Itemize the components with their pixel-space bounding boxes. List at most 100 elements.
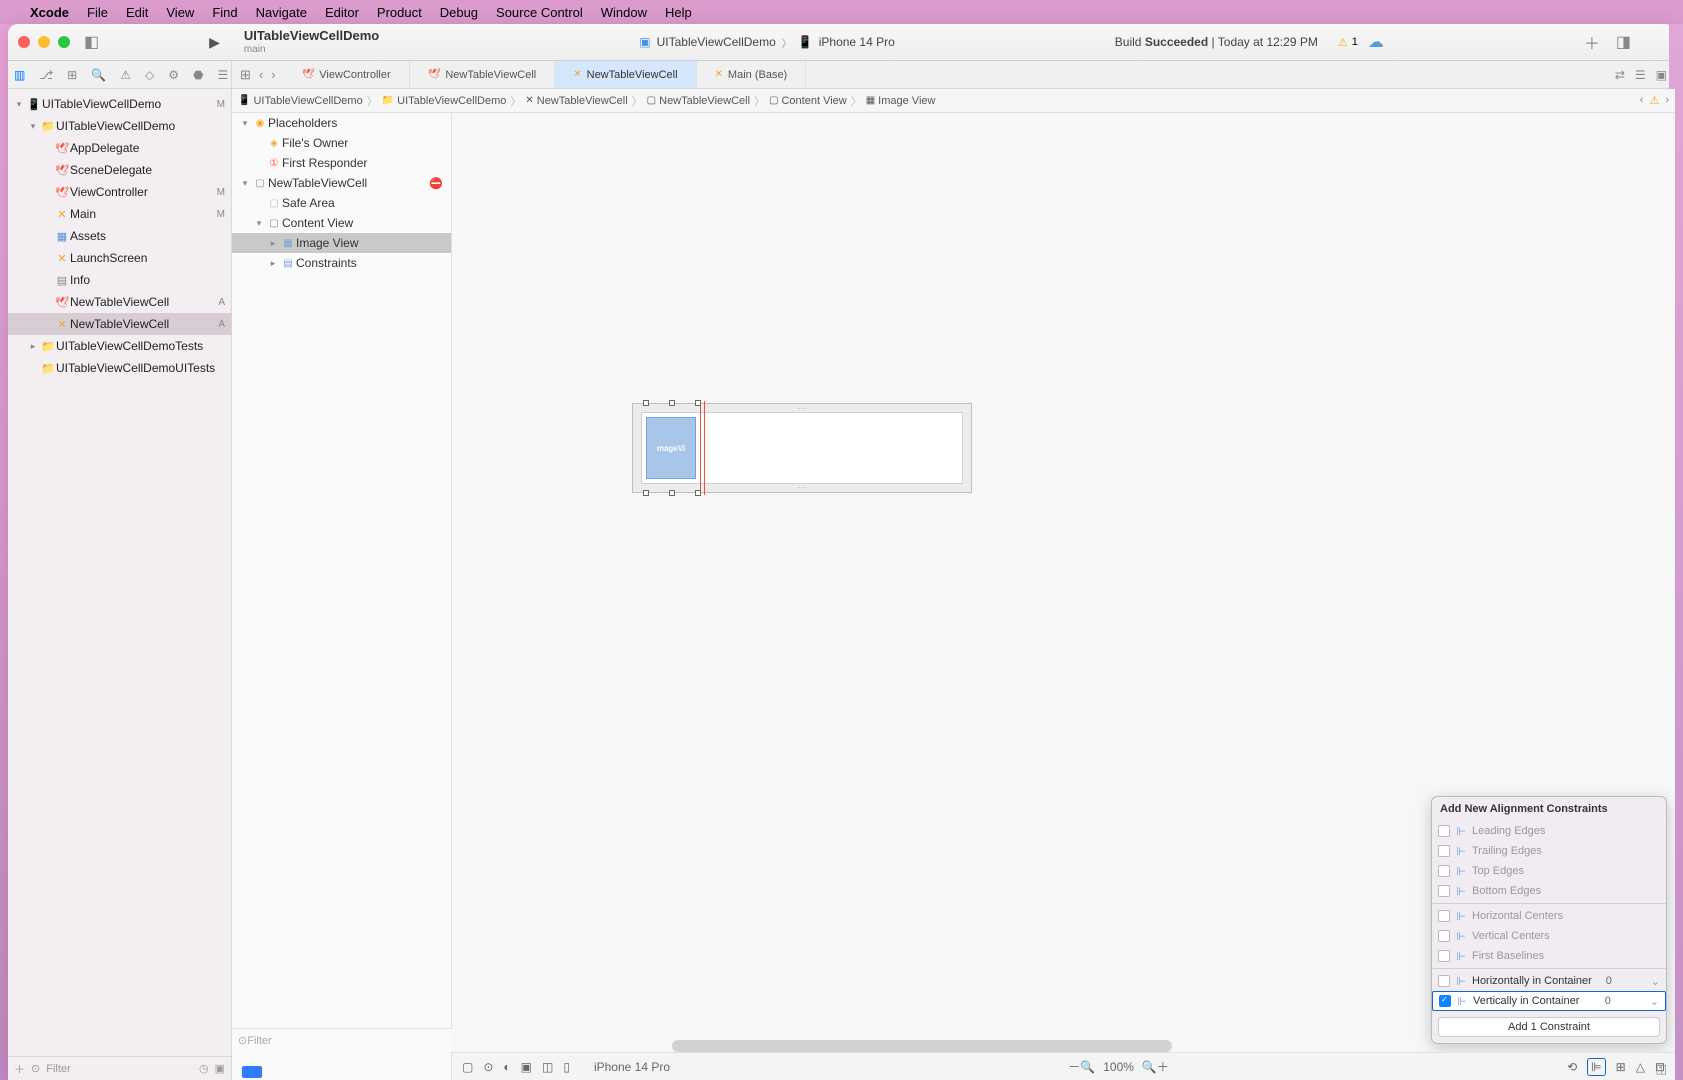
tab-newtableviewcell-xib[interactable]: ✕ NewTableViewCell [555,61,696,88]
outline-row[interactable]: ①First Responder [232,153,451,173]
tab-main[interactable]: ✕ Main (Base) [697,61,807,88]
horizontal-scrollbar[interactable] [672,1040,1172,1052]
disclosure-icon[interactable]: ▸ [266,258,280,269]
align-button[interactable]: ⊫ [1587,1058,1605,1076]
breadcrumb-item[interactable]: ▦ Image View [866,95,936,107]
accessibility-icon[interactable]: ◫ [542,1060,553,1074]
selection-handle[interactable] [643,490,649,496]
disclosure-icon[interactable]: ▾ [12,99,26,110]
related-items-icon[interactable]: ⊞ [240,67,251,83]
zoom-level[interactable]: 100% [1103,1060,1134,1074]
menu-editor[interactable]: Editor [325,5,359,20]
navigator-row[interactable]: ✕LaunchScreen [8,247,231,269]
recent-filter-icon[interactable]: ◷ [199,1062,209,1075]
image-view[interactable]: mageVi [646,417,696,479]
document-outline[interactable]: ▾◉Placeholders◈File's Owner①First Respon… [232,113,452,1080]
resolve-issues-button[interactable]: △ [1636,1060,1645,1074]
navigator-tree[interactable]: ▾📱UITableViewCellDemoM▾📁UITableViewCellD… [8,89,231,1056]
error-icon[interactable]: ⛔ [429,177,443,190]
breakpoint-navigator-icon[interactable]: ⬣ [193,68,203,82]
navigator-row[interactable]: ▦Assets [8,225,231,247]
tab-newtableviewcell-swift[interactable]: 🕊 NewTableViewCell [410,61,556,88]
table-view-cell[interactable]: ⋯ ⋯ mageVi [632,403,972,493]
maximize-button[interactable] [58,36,70,48]
jump-bar[interactable]: 📱 UITableViewCellDemo〉📁 UITableViewCellD… [232,89,1675,113]
menu-find[interactable]: Find [212,5,237,20]
navigator-row[interactable]: ▸📁UITableViewCellDemoTests [8,335,231,357]
issue-navigator-icon[interactable]: ⚠ [120,68,131,82]
close-button[interactable] [18,36,30,48]
selection-handle[interactable] [695,400,701,406]
disclosure-icon[interactable]: ▾ [252,218,266,229]
next-issue-icon[interactable]: › [1665,94,1669,107]
dropdown-icon[interactable]: ⌄ [1650,995,1659,1008]
minimize-button[interactable] [38,36,50,48]
project-navigator-icon[interactable]: ▥ [14,68,25,82]
outline-filter-input[interactable]: Filter [247,1035,271,1047]
disclosure-icon[interactable]: ▾ [238,178,252,189]
constraint-option-row[interactable]: ⊩Vertically in Container0⌄ [1432,991,1666,1011]
warning-icon[interactable]: ⚠ [1649,94,1659,107]
branch-indicator[interactable]: UITableViewCellDemo main [244,29,379,54]
update-frames-icon[interactable]: ⟲ [1567,1060,1577,1074]
zoom-out-button[interactable]: －🔍 [1068,1058,1095,1075]
jump-bar-issues[interactable]: ‹ ⚠ › [1640,94,1669,107]
menu-file[interactable]: File [87,5,108,20]
checkbox[interactable] [1438,975,1450,987]
breadcrumb-item[interactable]: ▢ NewTableViewCell [647,95,750,107]
content-view[interactable]: mageVi [641,412,963,484]
constraint-option-row[interactable]: ⊩Horizontally in Container0⌄ [1432,971,1666,991]
back-button[interactable]: ‹ [259,67,263,82]
sidebar-toggle-icon[interactable]: ◧ [84,32,99,52]
editor-layout-icon[interactable]: ☰ [1635,68,1646,82]
navigator-row[interactable]: 📁UITableViewCellDemoUITests [8,357,231,379]
report-navigator-icon[interactable]: ☰ [217,68,228,82]
appearance-icon[interactable]: ◐ [503,1060,510,1074]
menu-navigate[interactable]: Navigate [256,5,307,20]
build-status[interactable]: Build Succeeded | Today at 12:29 PM [1115,35,1318,49]
menu-edit[interactable]: Edit [126,5,148,20]
outline-row[interactable]: ◈File's Owner [232,133,451,153]
filter-input[interactable]: Filter [46,1063,193,1075]
find-navigator-icon[interactable]: 🔍 [91,68,106,82]
outline-row[interactable]: ▾▢Content View [232,213,451,233]
scheme-selector[interactable]: ▣ UITableViewCellDemo 〉 📱 iPhone 14 Pro [639,35,895,50]
issue-indicator[interactable]: ⚠ 1 [1338,36,1358,49]
breadcrumb-item[interactable]: 📱 UITableViewCellDemo [238,95,363,107]
navigator-row[interactable]: ✕NewTableViewCellA [8,313,231,335]
menu-help[interactable]: Help [665,5,692,20]
navigator-row[interactable]: ▤Info [8,269,231,291]
navigator-row[interactable]: ▾📁UITableViewCellDemo [8,115,231,137]
breadcrumb-item[interactable]: ▢ Content View [769,95,847,107]
canvas-device[interactable]: iPhone 14 Pro [594,1060,670,1074]
selection-handle[interactable] [695,490,701,496]
add-button[interactable]: ＋ [14,1061,25,1077]
add-constraint-button[interactable]: Add 1 Constraint [1438,1017,1660,1037]
pin-button[interactable]: ⊞ [1616,1060,1626,1074]
panels-toggle-icon[interactable]: ◨ [1610,32,1637,52]
menu-view[interactable]: View [166,5,194,20]
menu-source-control[interactable]: Source Control [496,5,583,20]
dropdown-icon[interactable]: ⌄ [1651,975,1660,988]
cloud-icon[interactable]: ☁ [1368,32,1384,52]
breadcrumb-item[interactable]: ✕ NewTableViewCell [525,95,627,107]
selection-handle[interactable] [669,400,675,406]
view-as-icon[interactable]: ▢ [462,1060,473,1074]
navigator-row[interactable]: ✕MainM [8,203,231,225]
disclosure-icon[interactable]: ▾ [238,118,252,129]
debug-bar-tag[interactable] [242,1066,262,1078]
navigator-row[interactable]: 🕊NewTableViewCellA [8,291,231,313]
menu-debug[interactable]: Debug [440,5,478,20]
disclosure-icon[interactable]: ▾ [26,121,40,132]
run-button[interactable]: ▶ [209,34,220,51]
forward-button[interactable]: › [271,67,275,82]
constraint-value[interactable]: 0 [1605,995,1645,1007]
debug-navigator-icon[interactable]: ⚙ [168,68,179,82]
disclosure-icon[interactable]: ▸ [26,341,40,352]
prev-issue-icon[interactable]: ‹ [1640,94,1644,107]
outline-row[interactable]: ▾◉Placeholders [232,113,451,133]
interface-builder-canvas[interactable]: ⋯ ⋯ mageVi [452,113,1675,1080]
layout-icon[interactable]: ▣ [521,1060,532,1074]
tab-viewcontroller[interactable]: 🕊 ViewController [284,61,410,88]
outline-row[interactable]: ▸▤Constraints [232,253,451,273]
